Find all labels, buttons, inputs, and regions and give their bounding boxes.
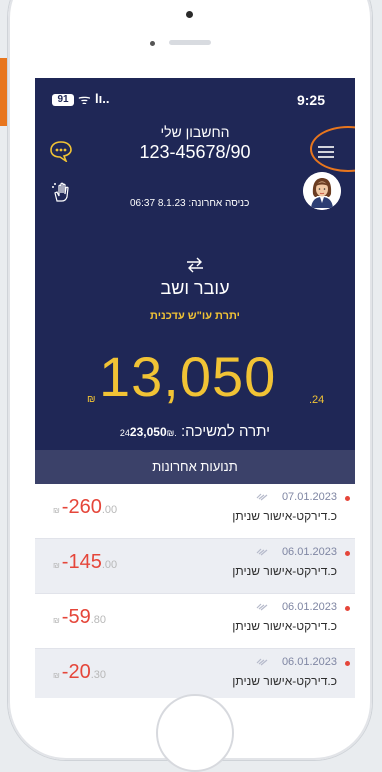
avatar-illustration [303,172,341,210]
withdrawable-balance: יתרה למשיכה: .2423,050₪ [35,423,355,440]
transaction-amount: ₪ -145.00 [53,551,118,573]
transaction-date: 06.01.2023 [281,601,337,613]
app-screen: 91 ᯤ lı.. 9:25 החשבון שלי 123-45678/90 כ… [35,78,355,698]
transactions-title: תנועות אחרונות [35,450,355,484]
transaction-date: 06.01.2023 [281,656,337,668]
transaction-date: 06.01.2023 [281,546,337,558]
transaction-description: כ.דירקט-אישור שניתן [232,619,337,633]
transaction-row[interactable]: ₪ -20.30 06.01.2023 כ.דירקט-אישור שניתן [35,649,355,698]
transaction-amount: ₪ -20.30 [53,661,106,683]
swap-icon[interactable] [183,255,207,275]
signal-icon: lı.. [95,91,110,106]
accessibility-hand-icon[interactable] [49,181,73,203]
battery-indicator: 91 [52,94,74,106]
transaction-row[interactable]: ₪ -145.00 06.01.2023 כ.דירקט-אישור שניתן [35,539,355,594]
transaction-description: כ.דירקט-אישור שניתן [232,564,337,578]
account-number: 123-45678/90 [139,142,251,162]
transaction-marker [345,606,350,611]
transaction-amount: ₪ -59.80 [53,606,106,628]
withdraw-amount: 23,050 [129,425,167,439]
link-icon [256,658,268,666]
home-button[interactable] [156,694,234,772]
menu-icon[interactable] [315,141,337,163]
last-login: כניסה אחרונה: 8.1.23 06:37 [130,198,250,209]
transaction-marker [345,661,350,666]
transaction-row[interactable]: ₪ -59.80 06.01.2023 כ.דירקט-אישור שניתן [35,594,355,649]
wifi-icon: ᯤ [78,91,91,107]
transaction-marker [345,496,350,501]
transaction-description: כ.דירקט-אישור שניתן [232,674,337,688]
balance-decimal: .24 [309,394,325,406]
transaction-row[interactable]: ₪ -260.00 07.01.2023 כ.דירקט-אישור שניתן [35,484,355,539]
balance-label: יתרת עו"ש עדכנית [150,310,240,322]
transaction-amount: ₪ -260.00 [53,496,118,518]
front-sensor [186,11,193,18]
recent-transactions: תנועות אחרונות ₪ -260.00 07.01.2023 כ.דיר… [35,450,355,698]
link-icon [256,548,268,556]
link-icon [256,603,268,611]
balance-currency: ₪ [87,394,96,405]
chat-icon[interactable] [49,140,73,162]
link-icon [256,493,268,501]
status-bar: 91 ᯤ lı.. 9:25 [35,78,355,108]
account-type[interactable]: עובר ושב [35,278,355,299]
earpiece-speaker [169,40,211,45]
balance-amount: 13,050 [99,345,277,408]
phone-device: 91 ᯤ lı.. 9:25 החשבון שלי 123-45678/90 כ… [0,0,382,772]
front-camera [150,41,155,46]
transaction-date: 07.01.2023 [281,491,337,503]
status-time: 9:25 [296,92,325,108]
transaction-description: כ.דירקט-אישור שניתן [232,509,337,523]
withdraw-label: יתרה למשיכה: [180,423,271,440]
account-label: החשבון שלי [160,124,230,140]
transaction-marker [345,551,350,556]
avatar[interactable] [303,172,341,210]
